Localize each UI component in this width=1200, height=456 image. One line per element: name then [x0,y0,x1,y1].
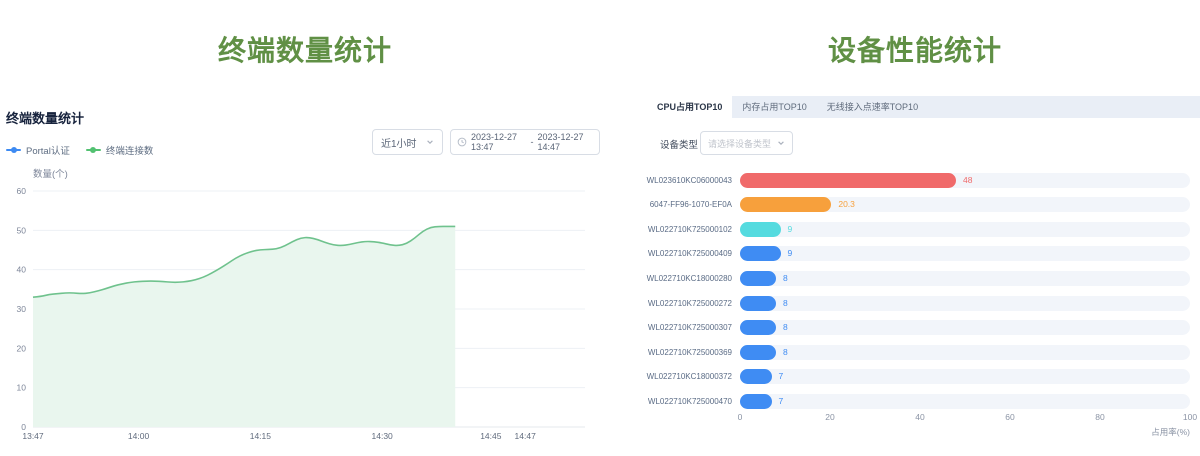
device-performance-panel: 设备性能统计 CPU占用TOP10 内存占用TOP10 无线接入点速率TOP10… [610,0,1200,456]
bar-fill[interactable] [740,320,776,335]
bar-fill[interactable] [740,271,776,286]
legend-item-0[interactable]: Portal认证 [6,143,70,157]
y-tick-label: 40 [17,265,27,275]
legend-marker-icon [86,149,101,151]
legend-dot-icon [90,147,96,153]
terminal-count-panel: 终端数量统计 终端数量统计 近1小时 2023-12-27 13:47 - 20… [0,0,610,456]
x-tick-label: 14:45 [480,431,502,441]
bar-category-label: WL022710K725000409 [628,246,732,261]
date-range-separator: - [531,137,534,147]
bar-fill[interactable] [740,369,772,384]
bar-track [740,271,1190,286]
bar-fill[interactable] [740,197,831,212]
y-tick-label: 20 [17,343,27,353]
bar-fill[interactable] [740,394,772,409]
y-tick-label: 60 [17,186,27,196]
bar-value-label: 8 [783,271,788,286]
series-area[interactable] [33,226,455,427]
bar-fill[interactable] [740,222,781,237]
bar-x-tick-label: 80 [1085,412,1115,422]
date-range-start: 2023-12-27 13:47 [471,132,527,152]
bar-category-label: WL022710K725000369 [628,345,732,360]
bar-track [740,369,1190,384]
legend: Portal认证 终端连接数 [6,143,153,157]
bar-fill[interactable] [740,296,776,311]
bar-x-tick-label: 20 [815,412,845,422]
bar-x-tick-label: 40 [905,412,935,422]
bar-track [740,222,1190,237]
bar-x-tick-label: 0 [725,412,755,422]
legend-label: 终端连接数 [106,143,154,157]
bar-value-label: 8 [783,296,788,311]
bar-track [740,394,1190,409]
bar-fill[interactable] [740,345,776,360]
bar-value-label: 7 [779,394,784,409]
time-range-value: 近1小时 [381,135,417,150]
x-tick-label: 14:15 [250,431,272,441]
bar-category-label: WL023610KC06000043 [628,173,732,188]
time-range-select[interactable]: 近1小时 [372,129,443,155]
cpu-top10-bar-chart: 占用率(%) WL023610KC06000043 48 6047-FF96-107… [610,0,1200,456]
bar-category-label: WL022710KC18000280 [628,271,732,286]
bar-fill[interactable] [740,246,781,261]
bar-category-label: WL022710K725000102 [628,222,732,237]
bar-value-label: 9 [788,222,793,237]
y-tick-label: 50 [17,225,27,235]
bar-track [740,197,1190,212]
terminal-count-line-chart[interactable]: 数量(个)010203040506013:4714:0014:1514:3014… [0,162,610,456]
legend-item-1[interactable]: 终端连接数 [86,143,154,157]
bar-category-label: WL022710K725000307 [628,320,732,335]
clock-icon [457,137,467,147]
legend-dot-icon [11,147,17,153]
bar-value-label: 9 [788,246,793,261]
bar-track [740,296,1190,311]
bar-value-label: 8 [783,320,788,335]
left-page-title: 终端数量统计 [0,29,610,69]
bar-value-label: 48 [963,173,972,188]
bar-value-label: 7 [779,369,784,384]
bar-x-tick-label: 60 [995,412,1025,422]
x-tick-label: 14:30 [372,431,394,441]
bar-x-tick-label: 100 [1175,412,1200,422]
legend-label: Portal认证 [26,143,70,157]
terminal-card-title: 终端数量统计 [6,108,84,127]
bar-track [740,320,1190,335]
x-tick-label: 14:00 [128,431,150,441]
bar-category-label: WL022710K725000470 [628,394,732,409]
y-axis-label: 数量(个) [33,168,68,180]
y-tick-label: 10 [17,383,27,393]
date-range-picker[interactable]: 2023-12-27 13:47 - 2023-12-27 14:47 [450,129,600,155]
date-range-end: 2023-12-27 14:47 [538,132,594,152]
bar-track [740,345,1190,360]
x-tick-label: 14:47 [515,431,537,441]
bar-track [740,246,1190,261]
legend-marker-icon [6,149,21,151]
x-tick-label: 13:47 [22,431,44,441]
bar-fill[interactable] [740,173,956,188]
y-tick-label: 30 [17,304,27,314]
bar-value-label: 20.3 [838,197,855,212]
bar-category-label: WL022710KC18000372 [628,369,732,384]
chevron-down-icon [426,138,434,146]
bar-category-label: 6047-FF96-1070-EF0A [628,197,732,212]
bar-category-label: WL022710K725000272 [628,296,732,311]
bar-value-label: 8 [783,345,788,360]
bar-chart-x-axis-label: 占用率(%) [1110,426,1190,438]
